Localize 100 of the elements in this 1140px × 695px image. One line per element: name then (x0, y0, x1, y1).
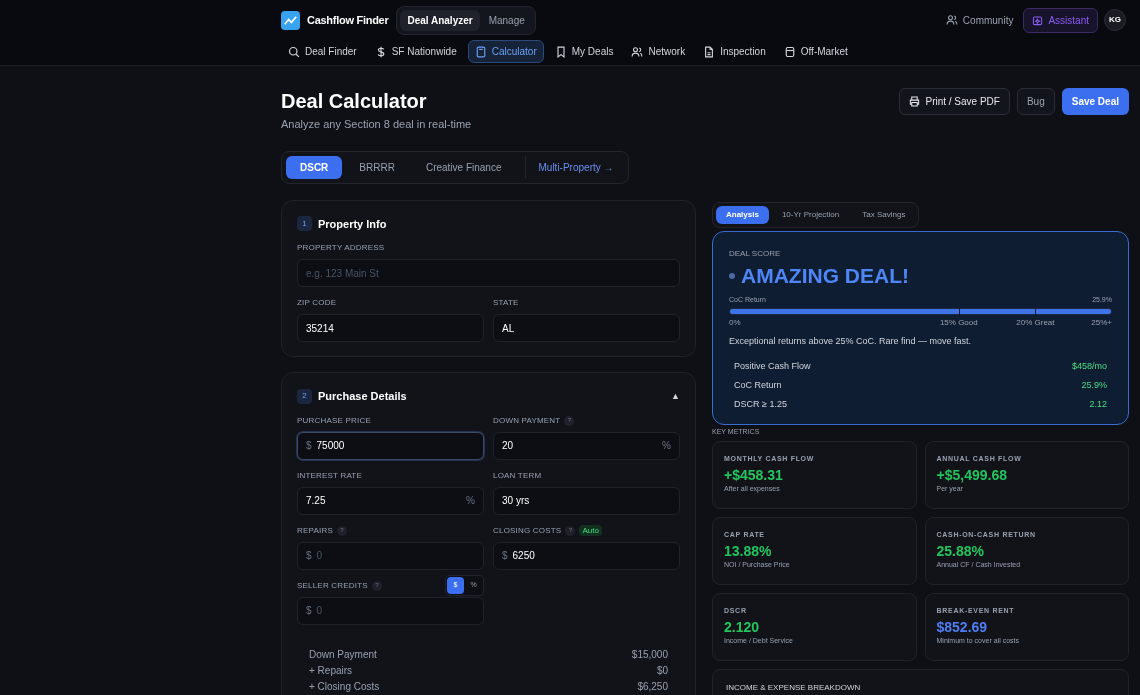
field-value: 20 (502, 439, 515, 453)
field-label: ZIP CODE (297, 297, 337, 309)
check-value: 25.9% (1081, 378, 1107, 392)
field-value: 30 yrs (502, 494, 531, 508)
result-tab[interactable]: Analysis (716, 205, 769, 224)
search-icon (288, 45, 300, 58)
save-deal-button[interactable]: Save Deal (1061, 88, 1129, 115)
metric-value: +$458.31 (724, 465, 784, 484)
mode-tab[interactable]: BRRRR (345, 155, 409, 179)
metric-value: 25.88% (936, 541, 985, 560)
metric-value: 2.120 (724, 617, 761, 636)
summary-label: + Repairs (309, 663, 353, 678)
collapse-toggle[interactable]: ▲ (671, 389, 680, 403)
field-value: 6250 (512, 549, 536, 563)
input-field[interactable]: 30 yrs (493, 486, 680, 515)
nav-tab[interactable]: Network (624, 40, 693, 63)
check-label: Positive Cash Flow (734, 359, 811, 373)
field-placeholder: 0 (316, 549, 324, 563)
check-label: CoC Return (734, 378, 782, 392)
score-caption: DEAL SCORE (729, 247, 782, 260)
metric-value: +$5,499.68 (936, 465, 1008, 484)
breakdown-title: INCOME & EXPENSE BREAKDOWN (726, 682, 862, 694)
nav-tab[interactable]: Calculator (467, 40, 544, 63)
input-field[interactable]: $ 75000 (297, 431, 484, 460)
input-field[interactable]: 7.25 % (297, 486, 484, 515)
page-subtitle: Analyze any Section 8 deal in real-time (281, 117, 473, 132)
unit-suffix: % (662, 439, 671, 453)
calculator-icon (474, 45, 487, 58)
field-label: LOAN TERM (493, 469, 542, 482)
section-title: Purchase Details (318, 389, 408, 404)
auto-badge: Auto (579, 525, 602, 536)
field-placeholder: e.g. 123 Main St (306, 266, 380, 281)
field-label: PROPERTY ADDRESS (297, 242, 385, 254)
summary-value: $15,000 (631, 647, 668, 662)
input-field[interactable]: $ 0 (297, 596, 484, 625)
currency-prefix: $ (306, 549, 312, 563)
input-field[interactable]: $ 0 (297, 541, 484, 570)
check-value: 2.12 (1089, 397, 1107, 411)
assistant-button[interactable]: Assistant (1023, 7, 1098, 33)
tick-label: 25%+ (1091, 317, 1112, 329)
field-value: 35214 (306, 321, 335, 336)
summary-value: $0 (656, 663, 668, 678)
tick-label: 15% Good (939, 317, 978, 329)
switch-option[interactable]: Deal Analyzer (400, 9, 480, 31)
page-title: Deal Calculator (281, 89, 428, 114)
field-label: REPAIRS (297, 524, 333, 537)
input-field[interactable]: 20 % (493, 431, 680, 460)
nav-tab[interactable]: Off-Market (776, 40, 855, 63)
nav-tab[interactable]: Deal Finder (281, 40, 364, 63)
result-tab[interactable]: 10-Yr Projection (771, 205, 850, 224)
result-tab[interactable]: Tax Savings (852, 205, 916, 224)
print-button[interactable]: Print / Save PDF (899, 88, 1010, 115)
switch-option[interactable]: Manage (481, 9, 532, 31)
field-value: 75000 (316, 439, 346, 453)
check-label: DSCR ≥ 1.25 (734, 397, 787, 411)
check-value: $458/mo (1071, 359, 1107, 373)
deal-verdict: AMAZING DEAL! (741, 262, 909, 289)
input-field[interactable]: 35214 (297, 314, 484, 342)
currency-prefix: $ (502, 549, 508, 563)
mode-tab[interactable]: Creative Finance (411, 155, 516, 179)
field-label: DOWN PAYMENT (493, 414, 561, 427)
brand-name: Cashflow Finder (307, 12, 389, 28)
step-number: 1 (297, 216, 312, 232)
logo-icon (281, 11, 300, 30)
field-value: AL (502, 321, 516, 336)
score-note: Exceptional returns above 25% CoC. Rare find — move fast. (729, 335, 973, 348)
user-avatar[interactable]: KG (1104, 9, 1126, 31)
bookmark-icon (554, 45, 567, 58)
metric-value: $852.69 (936, 617, 989, 636)
field-label: CLOSING COSTS (493, 524, 562, 537)
nav-tab[interactable]: My Deals (547, 40, 621, 63)
nav-tab[interactable]: SF Nationwide (367, 40, 464, 63)
people-icon (631, 45, 644, 58)
section-title: Property Info (318, 216, 388, 232)
input-field[interactable]: AL (493, 314, 680, 342)
nav-tab[interactable]: Inspection (696, 40, 773, 63)
metric-value: 13.88% (724, 541, 773, 560)
currency-prefix: $ (306, 439, 312, 453)
field-label: STATE (493, 297, 519, 309)
multi-property-link[interactable]: Multi-Property → (528, 155, 624, 179)
printer-icon (909, 96, 921, 107)
field-placeholder: 0 (316, 604, 324, 618)
field-label: INTEREST RATE (297, 469, 362, 482)
bug-button[interactable]: Bug (1016, 88, 1055, 115)
field-label: SELLER CREDITS (297, 579, 368, 592)
input-field[interactable]: $ 6250 (493, 541, 680, 570)
summary-label: Down Payment (309, 647, 377, 662)
summary-label: + Closing Costs (309, 679, 380, 694)
mode-tab[interactable]: DSCR (286, 155, 343, 179)
field-label: PURCHASE PRICE (297, 414, 371, 427)
people-icon (945, 14, 958, 26)
community-link[interactable]: Community (945, 12, 1014, 28)
document-icon (703, 45, 716, 58)
currency-prefix: $ (306, 604, 312, 618)
field-value: 7.25 (306, 494, 327, 508)
unit-suffix: % (466, 494, 475, 508)
tick-label: 0% (729, 317, 741, 329)
summary-value: $6,250 (637, 679, 668, 694)
sparkle-icon (1032, 14, 1044, 26)
tick-label: 20% Great (1016, 317, 1055, 329)
